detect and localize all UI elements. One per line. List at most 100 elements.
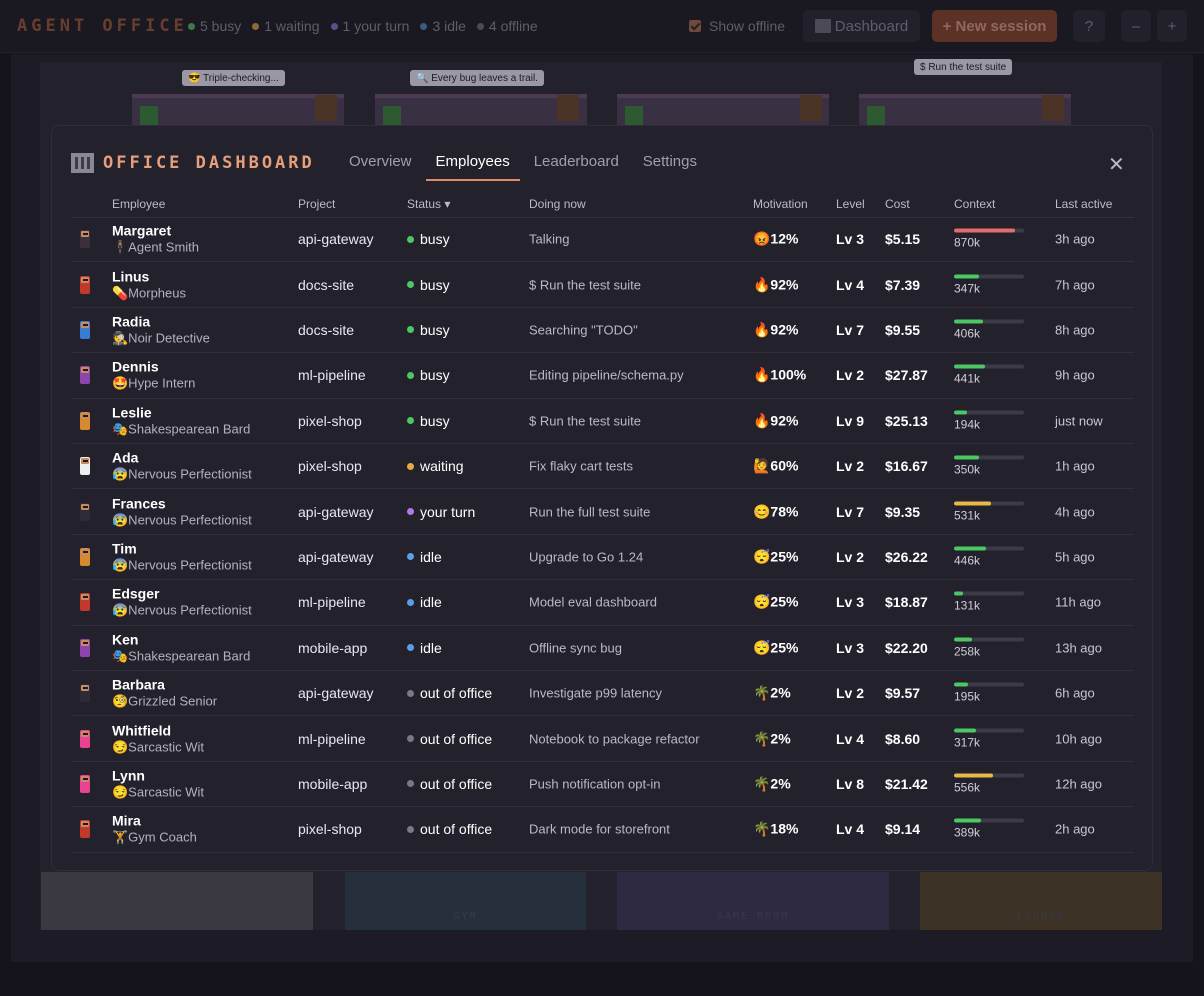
avatar	[80, 638, 90, 657]
table-row[interactable]: Ken 🎭Shakespearean Bard mobile-app idle Offl…	[71, 626, 1134, 671]
tab-employees[interactable]: Employees	[425, 153, 520, 181]
table-row[interactable]: Linus 💊Morpheus docs-site busy $ Run the tes…	[71, 262, 1134, 308]
table-row[interactable]: Leslie 🎭Shakespearean Bard pixel-shop busy $…	[71, 399, 1134, 444]
status-label: idle	[420, 548, 442, 565]
project-cell: ml-pipeline	[298, 367, 366, 384]
context-bar	[954, 501, 1024, 506]
table-row[interactable]: Tim 😰Nervous Perfectionist api-gateway idle…	[71, 535, 1134, 581]
table-header: Employee Project Status ▾ Doing now Moti…	[71, 196, 1134, 218]
status-label: busy	[420, 367, 450, 384]
last-active-cell: 9h ago	[1055, 367, 1095, 383]
tab-settings[interactable]: Settings	[643, 153, 697, 181]
doing-now-cell: Offline sync bug	[529, 640, 622, 656]
table-row[interactable]: Barbara 🧐Grizzled Senior api-gateway out of…	[71, 671, 1134, 717]
status-label: busy	[420, 231, 450, 248]
zoom-in-button[interactable]: +	[1157, 10, 1187, 42]
employee-name: Dennis	[112, 358, 159, 375]
level-cell: Lv 4	[836, 276, 865, 293]
bookshelf	[557, 95, 579, 121]
table-row[interactable]: Mira 🏋Gym Coach pixel-shop out of office Dar…	[71, 807, 1134, 853]
doing-now-cell: Dark mode for storefront	[529, 821, 670, 837]
avatar	[80, 502, 90, 521]
context-cell: 258k	[954, 637, 1026, 658]
tab-leaderboard[interactable]: Leaderboard	[534, 153, 619, 181]
status-dot	[252, 22, 260, 30]
last-active-cell: 2h ago	[1055, 821, 1095, 837]
project-cell: ml-pipeline	[298, 730, 366, 747]
context-bar	[954, 455, 1024, 460]
col-employee[interactable]: Employee	[112, 197, 165, 211]
col-cost[interactable]: Cost	[885, 197, 910, 211]
project-cell: docs-site	[298, 321, 355, 338]
status-dot	[407, 598, 414, 606]
project-cell: api-gateway	[298, 548, 374, 565]
context-cell: 389k	[954, 818, 1026, 840]
status-dot	[407, 780, 414, 788]
col-status[interactable]: Status ▾	[407, 197, 450, 211]
show-offline-toggle[interactable]: Show offline	[689, 18, 785, 34]
level-cell: Lv 3	[836, 639, 865, 656]
project-cell: pixel-shop	[298, 458, 362, 475]
status-cell: out of office	[407, 731, 492, 747]
employee-cell: Barbara 🧐Grizzled Senior	[112, 677, 217, 710]
col-level[interactable]: Level	[836, 197, 865, 211]
status-dot	[407, 326, 414, 334]
help-button[interactable]: ?	[1073, 10, 1105, 42]
level-cell: Lv 4	[836, 821, 865, 838]
game-room: GAME ROOM	[617, 872, 889, 930]
context-value: 195k	[954, 689, 981, 704]
context-bar	[954, 274, 1024, 279]
status-dot	[407, 825, 414, 833]
dashboard-title: OFFICE DASHBOARD	[71, 153, 315, 173]
level-cell: Lv 7	[836, 321, 865, 338]
motivation-cell: 🙋60%	[753, 457, 799, 474]
status-label: busy	[420, 276, 450, 293]
context-bar	[954, 728, 1024, 733]
dashboard-tabs: Overview Employees Leaderboard Settings	[349, 153, 697, 181]
status-dot	[407, 644, 414, 652]
status-dot	[330, 22, 338, 30]
last-active-cell: 10h ago	[1055, 731, 1102, 747]
show-offline-checkbox[interactable]	[689, 20, 701, 32]
last-active-cell: 11h ago	[1055, 594, 1102, 610]
cost-cell: $9.55	[885, 321, 921, 338]
app-logo: AGENT OFFICE	[17, 16, 188, 36]
table-row[interactable]: Whitfield 😏Sarcastic Wit ml-pipeline out of…	[71, 716, 1134, 762]
dashboard-button[interactable]: Dashboard	[803, 10, 920, 42]
table-row[interactable]: Radia 🕵Noir Detective docs-site busy Searchi…	[71, 308, 1134, 354]
col-project[interactable]: Project	[298, 197, 335, 211]
employee-persona: 🏋Gym Coach	[112, 829, 197, 845]
col-doing-now[interactable]: Doing now	[529, 197, 586, 211]
employee-cell: Linus 💊Morpheus	[112, 268, 186, 301]
status-cell: idle	[407, 549, 442, 565]
cost-cell: $9.57	[885, 685, 921, 702]
employee-cell: Edsger 😰Nervous Perfectionist	[112, 586, 252, 619]
stat-offline: 4 offline	[476, 18, 538, 34]
table-row[interactable]: Lynn 😏Sarcastic Wit mobile-app out of offic…	[71, 762, 1134, 808]
col-last-active[interactable]: Last active	[1055, 197, 1112, 211]
avatar	[80, 366, 90, 385]
context-cell: 556k	[954, 773, 1026, 794]
last-active-cell: 1h ago	[1055, 458, 1095, 474]
table-row[interactable]: Dennis 🤩Hype Intern ml-pipeline busy Editing…	[71, 353, 1134, 399]
close-button[interactable]: ✕	[1108, 152, 1125, 177]
table-row[interactable]: Margaret 🕴Agent Smith api-gateway busy Talki…	[71, 217, 1134, 263]
cost-cell: $22.20	[885, 639, 928, 656]
employee-cell: Frances 😰Nervous Perfectionist	[112, 495, 252, 528]
status-label: out of office	[420, 730, 493, 747]
status-cell: waiting	[407, 458, 464, 474]
context-bar	[954, 228, 1024, 233]
status-summary: 5 busy 1 waiting 1 your turn 3 idle 4 of…	[188, 18, 538, 34]
zoom-out-button[interactable]: –	[1121, 10, 1151, 42]
new-session-button[interactable]: + New session	[932, 10, 1057, 42]
tab-overview[interactable]: Overview	[349, 153, 412, 181]
employee-name: Linus	[112, 268, 150, 285]
col-motivation[interactable]: Motivation	[753, 197, 808, 211]
table-row[interactable]: Edsger 😰Nervous Perfectionist ml-pipeline i…	[71, 580, 1134, 626]
table-row[interactable]: Frances 😰Nervous Perfectionist api-gateway…	[71, 489, 1134, 535]
col-context[interactable]: Context	[954, 197, 995, 211]
context-bar	[954, 591, 1024, 596]
table-row[interactable]: Ada 😰Nervous Perfectionist pixel-shop waiti…	[71, 444, 1134, 490]
bookshelf	[1042, 95, 1064, 121]
cost-cell: $25.13	[885, 412, 928, 429]
